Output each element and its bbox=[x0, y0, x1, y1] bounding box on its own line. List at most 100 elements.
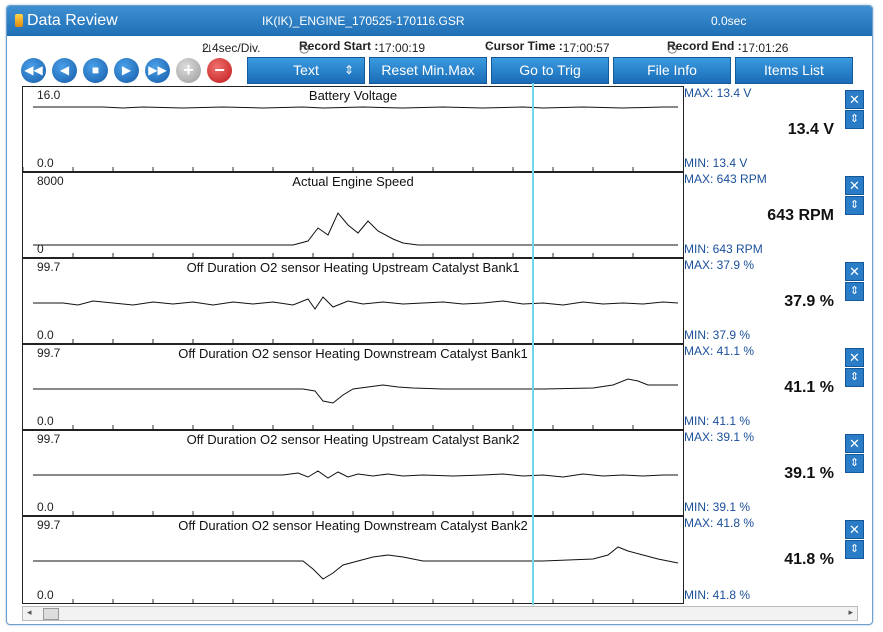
remove-item-button[interactable]: ✕ bbox=[845, 520, 864, 539]
stat-panel-battery-voltage: MAX: 13.4 V 13.4 V MIN: 13.4 V ✕ ⇕ bbox=[684, 86, 864, 170]
graph-title: Off Duration O2 sensor Heating Downstrea… bbox=[178, 518, 528, 533]
current-value: 41.1 % bbox=[784, 379, 834, 396]
graph-title: Off Duration O2 sensor Heating Upstream … bbox=[186, 432, 520, 447]
graph-panel-o2-downstream-bank2[interactable]: Off Duration O2 sensor Heating Downstrea… bbox=[22, 516, 684, 604]
graph-min-label: 0 bbox=[37, 242, 44, 256]
cursor-time-display: ⁘ Cursor Time : 17:00:57 bbox=[485, 39, 610, 55]
graph-max-label: 8000 bbox=[37, 174, 64, 188]
record-end-value: 17:01:26 bbox=[741, 41, 789, 55]
expand-item-button[interactable]: ⇕ bbox=[845, 454, 864, 473]
current-value: 41.8 % bbox=[784, 551, 834, 568]
record-end-label: Record End : bbox=[667, 39, 742, 53]
record-start-display: ◷ Record Start : 17:00:19 bbox=[299, 39, 425, 55]
graph-max-label: 99.7 bbox=[37, 346, 61, 360]
file-info-button[interactable]: File Info bbox=[613, 57, 731, 84]
graph-max-label: 99.7 bbox=[37, 260, 61, 274]
graph-max-label: 16.0 bbox=[37, 88, 61, 102]
graph-panel-battery-voltage[interactable]: Battery Voltage 16.0 0.0 bbox=[22, 86, 684, 172]
step-back-button[interactable]: ◀ bbox=[52, 58, 77, 83]
stat-min: MIN: 39.1 % bbox=[684, 500, 751, 514]
graph-title: Battery Voltage bbox=[308, 88, 398, 103]
close-icon: ✕ bbox=[849, 436, 860, 451]
graph-panel-o2-upstream-bank2[interactable]: Off Duration O2 sensor Heating Upstream … bbox=[22, 430, 684, 516]
stat-max: MAX: 13.4 V bbox=[684, 86, 752, 100]
horizontal-scrollbar[interactable]: ◂ ▸ bbox=[22, 606, 858, 621]
expand-item-button[interactable]: ⇕ bbox=[845, 110, 864, 129]
expand-item-button[interactable]: ⇕ bbox=[845, 368, 864, 387]
remove-item-button[interactable]: ✕ bbox=[845, 262, 864, 281]
expand-item-button[interactable]: ⇕ bbox=[845, 540, 864, 559]
clock-end-icon: ◷ bbox=[667, 41, 678, 55]
clock-icon: ◷ bbox=[299, 41, 310, 55]
scale-value: 2.4sec/Div. bbox=[202, 41, 261, 55]
text-select[interactable]: Text ⇕ bbox=[247, 57, 365, 84]
toolbar: ◀◀ ◀ ■ ▶ ▶▶ + − Text ⇕ Reset Min.Max Go … bbox=[7, 56, 872, 84]
text-select-label: Text bbox=[293, 62, 319, 78]
file-name: IK(IK)_ENGINE_170525-170116.GSR bbox=[262, 14, 465, 28]
stat-max: MAX: 37.9 % bbox=[684, 258, 755, 272]
stat-min: MIN: 643 RPM bbox=[684, 242, 763, 256]
goto-trig-button[interactable]: Go to Trig bbox=[491, 57, 609, 84]
play-icon: ▶ bbox=[121, 63, 132, 77]
time-cursor-line[interactable] bbox=[532, 83, 534, 605]
expand-icon: ⇕ bbox=[849, 285, 860, 297]
app-icon bbox=[15, 14, 23, 27]
rewind-icon: ◀◀ bbox=[24, 63, 43, 77]
data-review-window: Data Review IK(IK)_ENGINE_170525-170116.… bbox=[6, 5, 873, 625]
stat-max: MAX: 41.8 % bbox=[684, 516, 755, 530]
stat-panel-engine-speed: MAX: 643 RPM 643 RPM MIN: 643 RPM ✕ ⇕ bbox=[684, 172, 864, 256]
items-list-button[interactable]: Items List bbox=[735, 57, 853, 84]
remove-item-button[interactable]: ✕ bbox=[845, 176, 864, 195]
remove-item-button[interactable]: ✕ bbox=[845, 90, 864, 109]
record-start-value: 17:00:19 bbox=[378, 41, 426, 55]
play-button[interactable]: ▶ bbox=[114, 58, 139, 83]
fast-forward-button[interactable]: ▶▶ bbox=[145, 58, 170, 83]
stat-panel-o2-upstream-bank2: MAX: 39.1 % 39.1 % MIN: 39.1 % ✕ ⇕ bbox=[684, 430, 864, 514]
stat-panel-o2-upstream-bank1: MAX: 37.9 % 37.9 % MIN: 37.9 % ✕ ⇕ bbox=[684, 258, 864, 342]
remove-item-button[interactable]: ✕ bbox=[845, 348, 864, 367]
stop-button[interactable]: ■ bbox=[83, 58, 108, 83]
expand-item-button[interactable]: ⇕ bbox=[845, 196, 864, 215]
scroll-left-icon[interactable]: ◂ bbox=[27, 607, 32, 618]
record-end-display: ◷ Record End : 17:01:26 bbox=[667, 39, 788, 55]
graph-title: Actual Engine Speed bbox=[292, 174, 414, 189]
graph-title: Off Duration O2 sensor Heating Upstream … bbox=[186, 260, 520, 275]
file-info-label: File Info bbox=[647, 62, 697, 78]
expand-icon: ⇕ bbox=[849, 199, 860, 211]
graph-panel-o2-upstream-bank1[interactable]: Off Duration O2 sensor Heating Upstream … bbox=[22, 258, 684, 344]
graph-min-label: 0.0 bbox=[37, 588, 54, 602]
scroll-right-icon[interactable]: ▸ bbox=[848, 607, 853, 618]
minus-icon: − bbox=[214, 60, 225, 80]
close-icon: ✕ bbox=[849, 92, 860, 107]
scroll-thumb[interactable] bbox=[43, 608, 59, 620]
stat-min: MIN: 13.4 V bbox=[684, 156, 748, 170]
graph-max-label: 99.7 bbox=[37, 432, 61, 446]
title-bar: Data Review IK(IK)_ENGINE_170525-170116.… bbox=[7, 6, 872, 36]
reset-minmax-button[interactable]: Reset Min.Max bbox=[369, 57, 487, 84]
record-info-bar: ⊔ 2.4sec/Div. ◷ Record Start : 17:00:19 … bbox=[7, 37, 872, 55]
graph-min-label: 0.0 bbox=[37, 414, 54, 428]
items-list-label: Items List bbox=[764, 62, 824, 78]
expand-icon: ⇕ bbox=[849, 113, 860, 125]
stat-max: MAX: 643 RPM bbox=[684, 172, 767, 186]
zoom-in-button[interactable]: + bbox=[176, 58, 201, 83]
stat-max: MAX: 41.1 % bbox=[684, 344, 755, 358]
expand-icon: ⇕ bbox=[849, 371, 860, 383]
current-value: 37.9 % bbox=[784, 293, 834, 310]
graph-panel-o2-downstream-bank1[interactable]: Off Duration O2 sensor Heating Downstrea… bbox=[22, 344, 684, 430]
current-value: 13.4 V bbox=[787, 121, 834, 138]
close-icon: ✕ bbox=[849, 178, 860, 193]
graph-max-label: 99.7 bbox=[37, 518, 61, 532]
step-back-icon: ◀ bbox=[59, 63, 70, 77]
graph-panel-engine-speed[interactable]: Actual Engine Speed 8000 0 bbox=[22, 172, 684, 258]
stat-max: MAX: 39.1 % bbox=[684, 430, 755, 444]
stat-min: MIN: 37.9 % bbox=[684, 328, 751, 342]
reset-minmax-label: Reset Min.Max bbox=[381, 62, 475, 78]
rewind-button[interactable]: ◀◀ bbox=[21, 58, 46, 83]
zoom-out-button[interactable]: − bbox=[207, 58, 232, 83]
remove-item-button[interactable]: ✕ bbox=[845, 434, 864, 453]
close-icon: ✕ bbox=[849, 522, 860, 537]
stat-min: MIN: 41.1 % bbox=[684, 414, 751, 428]
expand-item-button[interactable]: ⇕ bbox=[845, 282, 864, 301]
stop-icon: ■ bbox=[91, 63, 100, 77]
